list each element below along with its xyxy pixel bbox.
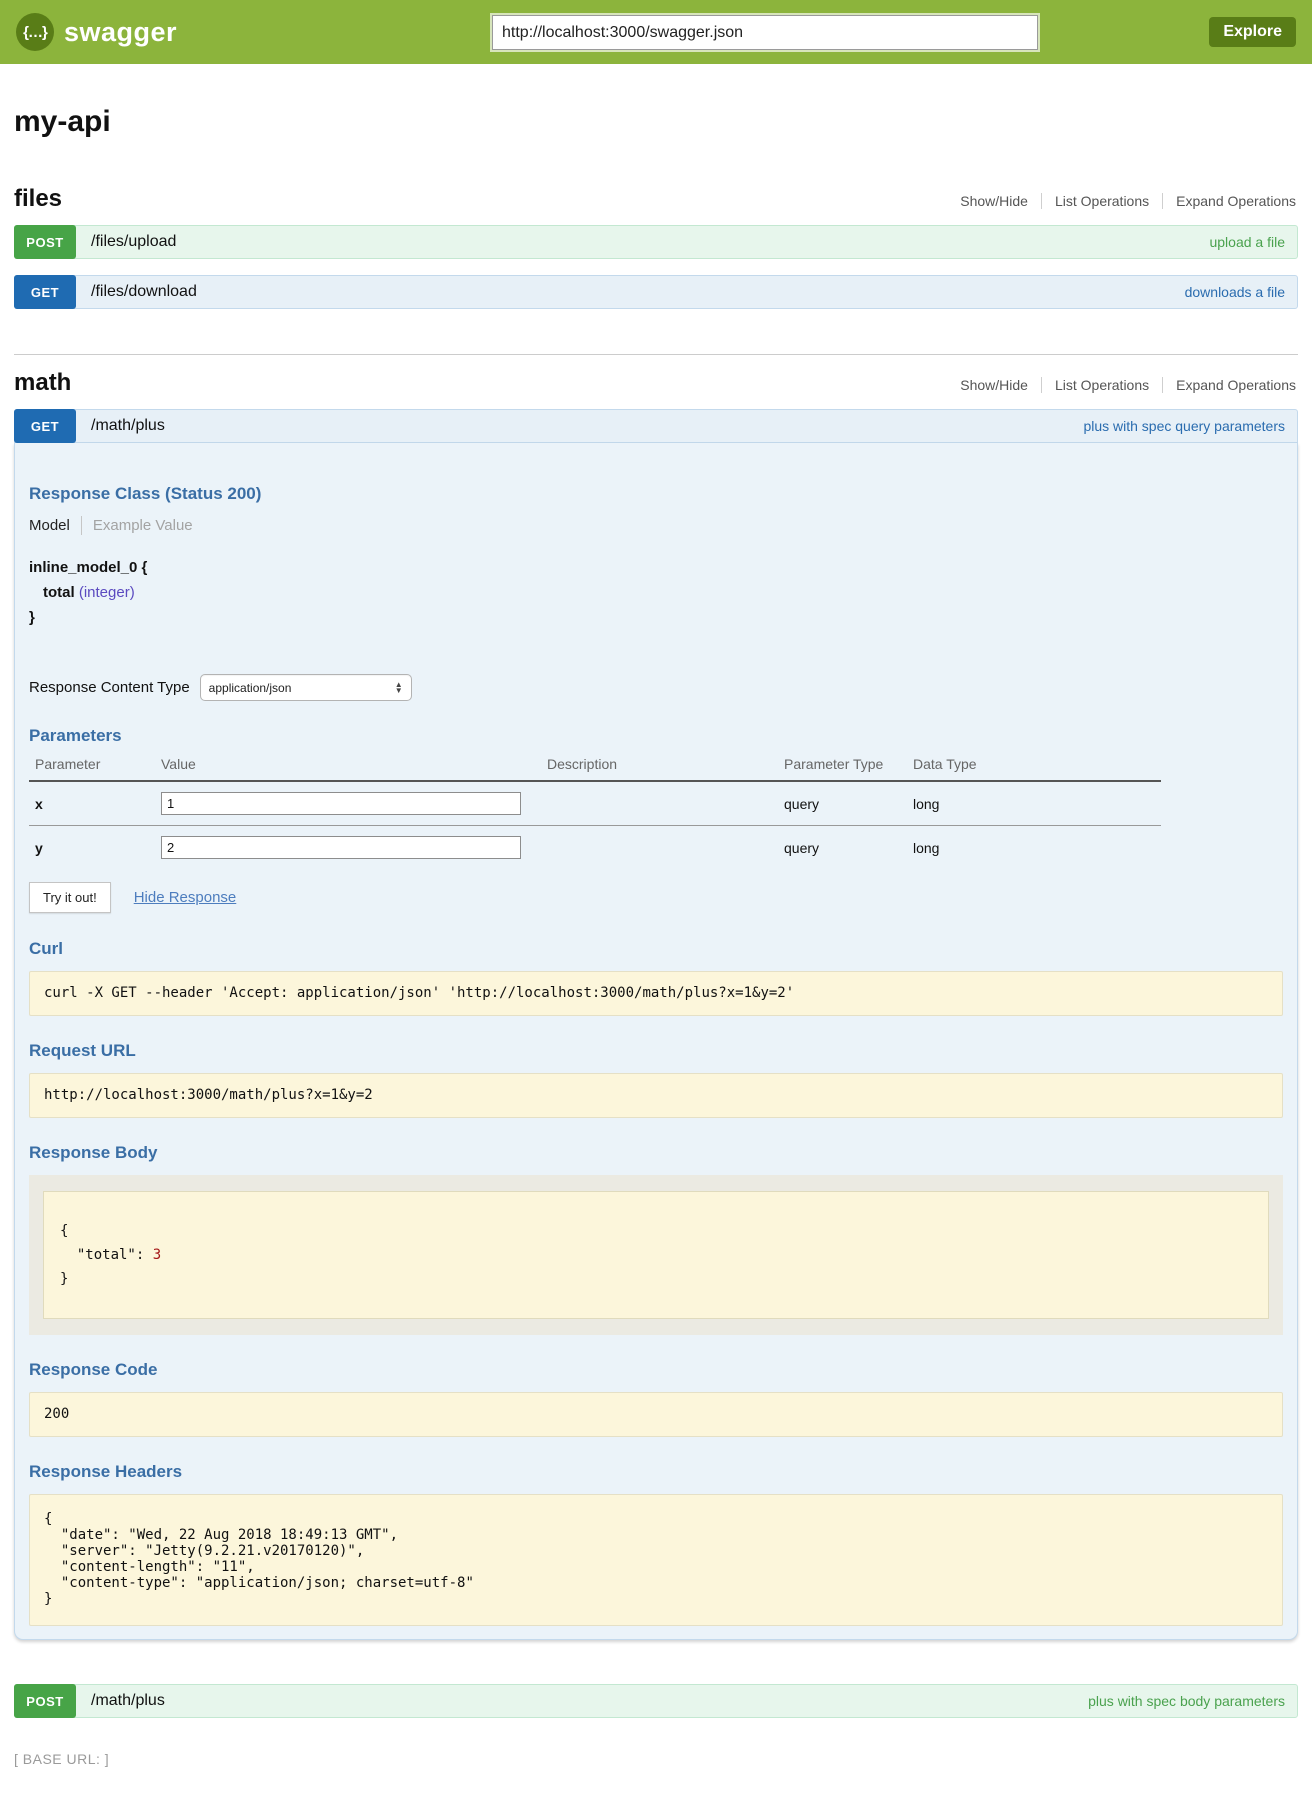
files-section-heading: files Show/Hide List Operations Expand O… [14,185,1298,213]
param-row-x: x query long [29,781,1161,826]
tab-example-value[interactable]: Example Value [82,517,193,534]
model-open-line: inline_model_0 { [29,555,1283,580]
get-method-badge: GET [14,275,76,309]
files-section-title: files [14,185,62,213]
model-property-line: total (integer) [29,580,1283,605]
parameters-heading: Parameters [29,726,1283,746]
math-section-heading: math Show/Hide List Operations Expand Op… [14,369,1298,397]
select-arrows-icon: ▲ ▼ [395,682,403,694]
response-body-container: { "total": 3 } [29,1175,1283,1335]
response-headers-block: { "date": "Wed, 22 Aug 2018 18:49:13 GMT… [29,1494,1283,1626]
param-name: y [29,826,155,870]
json-text: { "total": [60,1223,153,1263]
response-body-block: { "total": 3 } [43,1191,1269,1319]
files-expand-operations-link[interactable]: Expand Operations [1162,193,1298,209]
endpoint-path-files-upload[interactable]: /files/upload [91,233,176,251]
explore-button[interactable]: Explore [1209,17,1296,47]
math-expand-operations-link[interactable]: Expand Operations [1162,377,1298,393]
select-down-arrow-icon: ▼ [395,688,403,694]
post-method-badge: POST [14,1684,76,1718]
math-show-hide-link[interactable]: Show/Hide [947,377,1041,393]
files-section-controls: Show/Hide List Operations Expand Operati… [947,193,1298,209]
endpoint-row-post-files-upload[interactable]: POST /files/upload upload a file [14,225,1298,259]
section-divider [14,354,1298,355]
response-code-block: 200 [29,1392,1283,1437]
endpoint-summary-math-plus-post[interactable]: plus with spec body parameters [1088,1693,1285,1709]
tab-model[interactable]: Model [29,517,81,534]
param-description [541,781,778,826]
response-class-heading: Response Class (Status 200) [29,484,1283,504]
curl-command-block: curl -X GET --header 'Accept: applicatio… [29,971,1283,1016]
col-header-parameter-type: Parameter Type [778,752,907,781]
files-list-operations-link[interactable]: List Operations [1041,193,1162,209]
endpoint-summary-math-plus-get[interactable]: plus with spec query parameters [1083,418,1285,434]
param-description [541,826,778,870]
main-content: my-api files Show/Hide List Operations E… [0,105,1312,1767]
request-url-heading: Request URL [29,1041,1283,1061]
response-code-heading: Response Code [29,1360,1283,1380]
math-section-controls: Show/Hide List Operations Expand Operati… [947,377,1298,393]
response-headers-heading: Response Headers [29,1462,1283,1482]
try-it-out-row: Try it out! Hide Response [29,882,1283,913]
request-url-block: http://localhost:3000/math/plus?x=1&y=2 [29,1073,1283,1118]
response-content-type-label: Response Content Type [29,679,190,696]
curl-heading: Curl [29,939,1283,959]
swagger-logo-icon: {…} [16,13,54,51]
header-bar: {…} swagger Explore [0,0,1312,64]
param-x-input[interactable] [161,792,521,815]
model-tabs: Model Example Value [29,516,1283,535]
model-snippet: inline_model_0 { total (integer) } [29,555,1283,630]
param-data-type: long [907,826,1161,870]
endpoint-path-math-plus-get[interactable]: /math/plus [91,417,165,435]
math-list-operations-link[interactable]: List Operations [1041,377,1162,393]
response-content-type-row: Response Content Type application/json ▲… [29,674,1283,701]
model-prop-name: total [43,584,75,601]
swagger-brand: {…} swagger [16,13,177,51]
get-method-badge: GET [14,409,76,443]
endpoint-summary-files-upload[interactable]: upload a file [1209,234,1285,250]
api-title: my-api [14,105,1298,139]
param-row-y: y query long [29,826,1161,870]
json-number-value: 3 [153,1247,161,1263]
param-type: query [778,826,907,870]
col-header-value: Value [155,752,541,781]
parameters-table: Parameter Value Description Parameter Ty… [29,752,1161,869]
hide-response-link[interactable]: Hide Response [134,889,237,906]
param-data-type: long [907,781,1161,826]
col-header-parameter: Parameter [29,752,155,781]
endpoint-path-files-download[interactable]: /files/download [91,283,197,301]
brand-name: swagger [64,17,177,48]
param-name: x [29,781,155,826]
response-content-type-select[interactable]: application/json ▲ ▼ [200,674,412,701]
post-method-badge: POST [14,225,76,259]
endpoint-summary-files-download[interactable]: downloads a file [1185,284,1285,300]
selected-content-type: application/json [209,681,292,695]
model-prop-type: (integer) [79,584,135,601]
response-body-heading: Response Body [29,1143,1283,1163]
col-header-description: Description [541,752,778,781]
endpoint-row-get-math-plus[interactable]: GET /math/plus plus with spec query para… [14,409,1298,443]
spec-url-input[interactable] [492,15,1038,50]
try-it-out-button[interactable]: Try it out! [29,882,111,913]
math-section-title: math [14,369,71,397]
base-url-footer: [ BASE URL: ] [14,1751,1298,1767]
model-close-line: } [29,605,1283,630]
operation-panel: Response Class (Status 200) Model Exampl… [14,443,1298,1640]
endpoint-row-get-files-download[interactable]: GET /files/download downloads a file [14,275,1298,309]
endpoint-row-post-math-plus[interactable]: POST /math/plus plus with spec body para… [14,1684,1298,1718]
operation-get-math-plus: GET /math/plus plus with spec query para… [14,409,1298,1640]
param-type: query [778,781,907,826]
endpoint-path-math-plus-post[interactable]: /math/plus [91,1692,165,1710]
param-y-input[interactable] [161,836,521,859]
col-header-data-type: Data Type [907,752,1161,781]
files-show-hide-link[interactable]: Show/Hide [947,193,1041,209]
json-text: } [60,1271,68,1287]
